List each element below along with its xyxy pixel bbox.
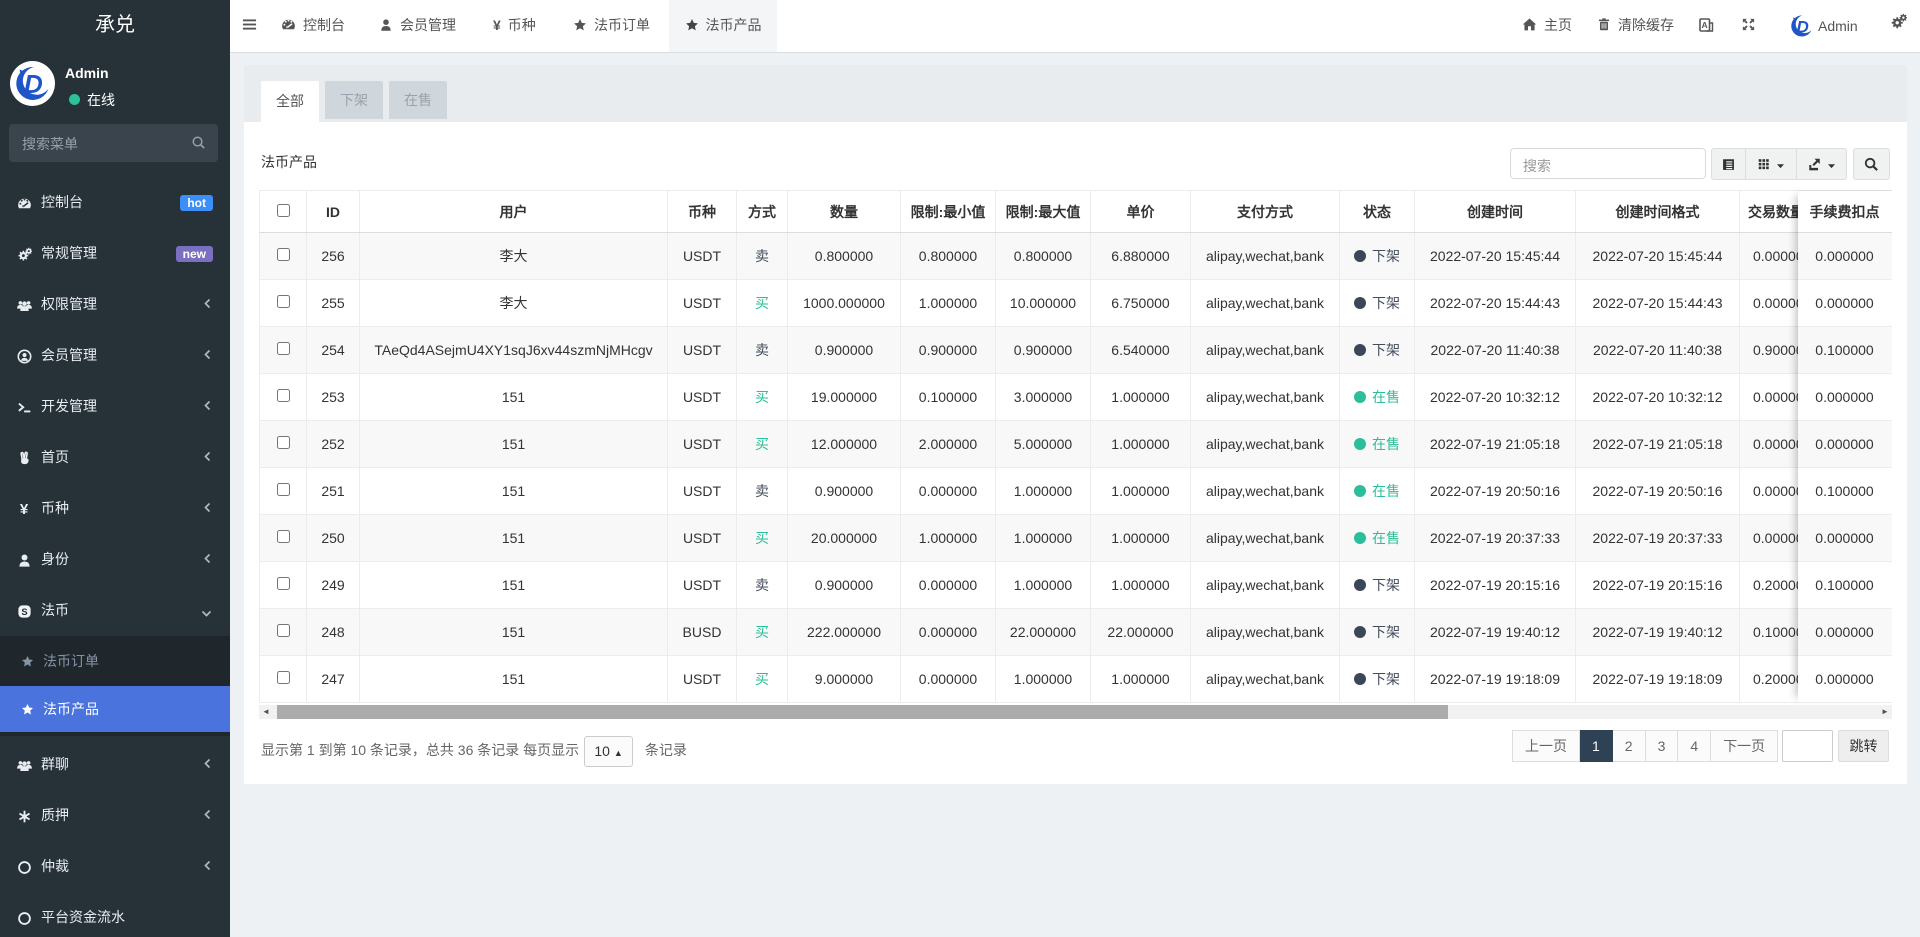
svg-text:D: D — [24, 69, 43, 99]
svg-text:S: S — [21, 607, 27, 617]
svg-text:A: A — [1702, 20, 1708, 30]
svg-text:D: D — [1797, 18, 1809, 37]
